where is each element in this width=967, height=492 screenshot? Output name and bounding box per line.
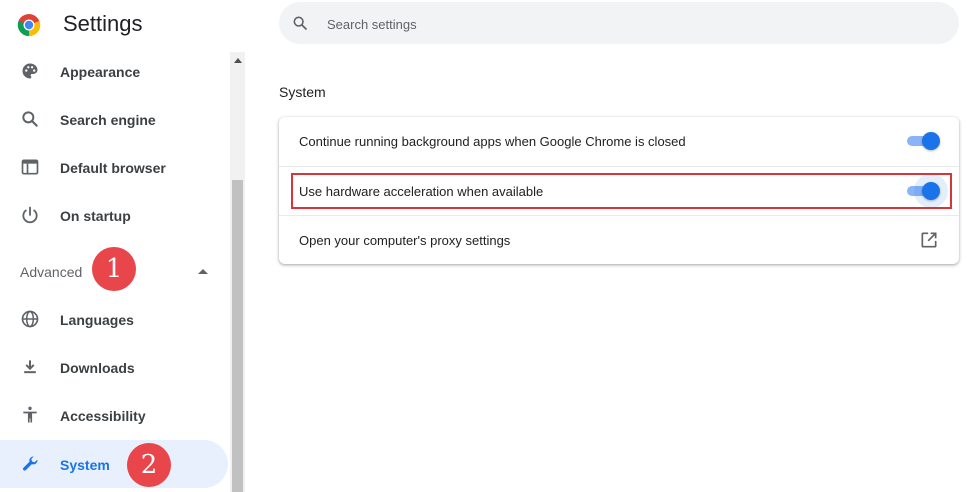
step-badge-2: 2 (127, 443, 171, 487)
open-in-new-icon[interactable] (919, 230, 939, 250)
sidebar-item-label: Downloads (60, 360, 135, 376)
sidebar-item-downloads[interactable]: Downloads (0, 343, 228, 391)
settings-row-proxy[interactable]: Open your computer's proxy settings (279, 215, 959, 264)
sidebar-item-default-browser[interactable]: Default browser (0, 143, 228, 191)
sidebar-item-label: Appearance (60, 64, 141, 80)
collapse-caret-icon[interactable] (198, 269, 208, 274)
sidebar-item-languages[interactable]: Languages (0, 295, 228, 343)
sidebar-item-accessibility[interactable]: Accessibility (0, 391, 228, 439)
chrome-logo-icon (17, 14, 41, 37)
toggle-knob (922, 132, 940, 150)
search-icon (293, 16, 307, 30)
sidebar-item-label: Languages (60, 312, 134, 328)
search-input[interactable] (325, 2, 929, 46)
annotation-highlight-box (291, 173, 952, 209)
power-icon (22, 206, 38, 224)
scroll-up-arrow-icon[interactable] (234, 58, 242, 63)
setting-label: Open your computer's proxy settings (299, 233, 511, 248)
download-icon (24, 360, 36, 374)
scrollbar-thumb[interactable] (232, 180, 243, 492)
accessibility-icon (23, 406, 37, 423)
page-title: Settings (63, 11, 143, 36)
wrench-icon (23, 456, 38, 471)
search-bar[interactable] (279, 2, 959, 46)
setting-label: Continue running background apps when Go… (299, 134, 686, 149)
sidebar-item-label: Accessibility (60, 408, 146, 424)
search-icon (22, 111, 38, 127)
advanced-section-label[interactable]: Advanced (20, 264, 82, 280)
sidebar-item-search-engine[interactable]: Search engine (0, 95, 228, 143)
background-apps-toggle[interactable] (907, 132, 941, 150)
step-badge-1: 1 (92, 247, 136, 291)
settings-row-background-apps[interactable]: Continue running background apps when Go… (279, 117, 959, 165)
globe-icon (21, 310, 39, 328)
sidebar-item-system[interactable]: System (0, 440, 228, 488)
section-title: System (279, 84, 326, 100)
sidebar-item-on-startup[interactable]: On startup (0, 191, 228, 239)
sidebar-item-label: Search engine (60, 112, 156, 128)
sidebar-item-appearance[interactable]: Appearance (0, 47, 228, 95)
browser-window-icon (21, 159, 39, 175)
sidebar-item-label: On startup (60, 208, 131, 224)
sidebar-item-label: System (60, 457, 110, 473)
palette-icon (22, 63, 38, 79)
sidebar-item-label: Default browser (60, 160, 166, 176)
